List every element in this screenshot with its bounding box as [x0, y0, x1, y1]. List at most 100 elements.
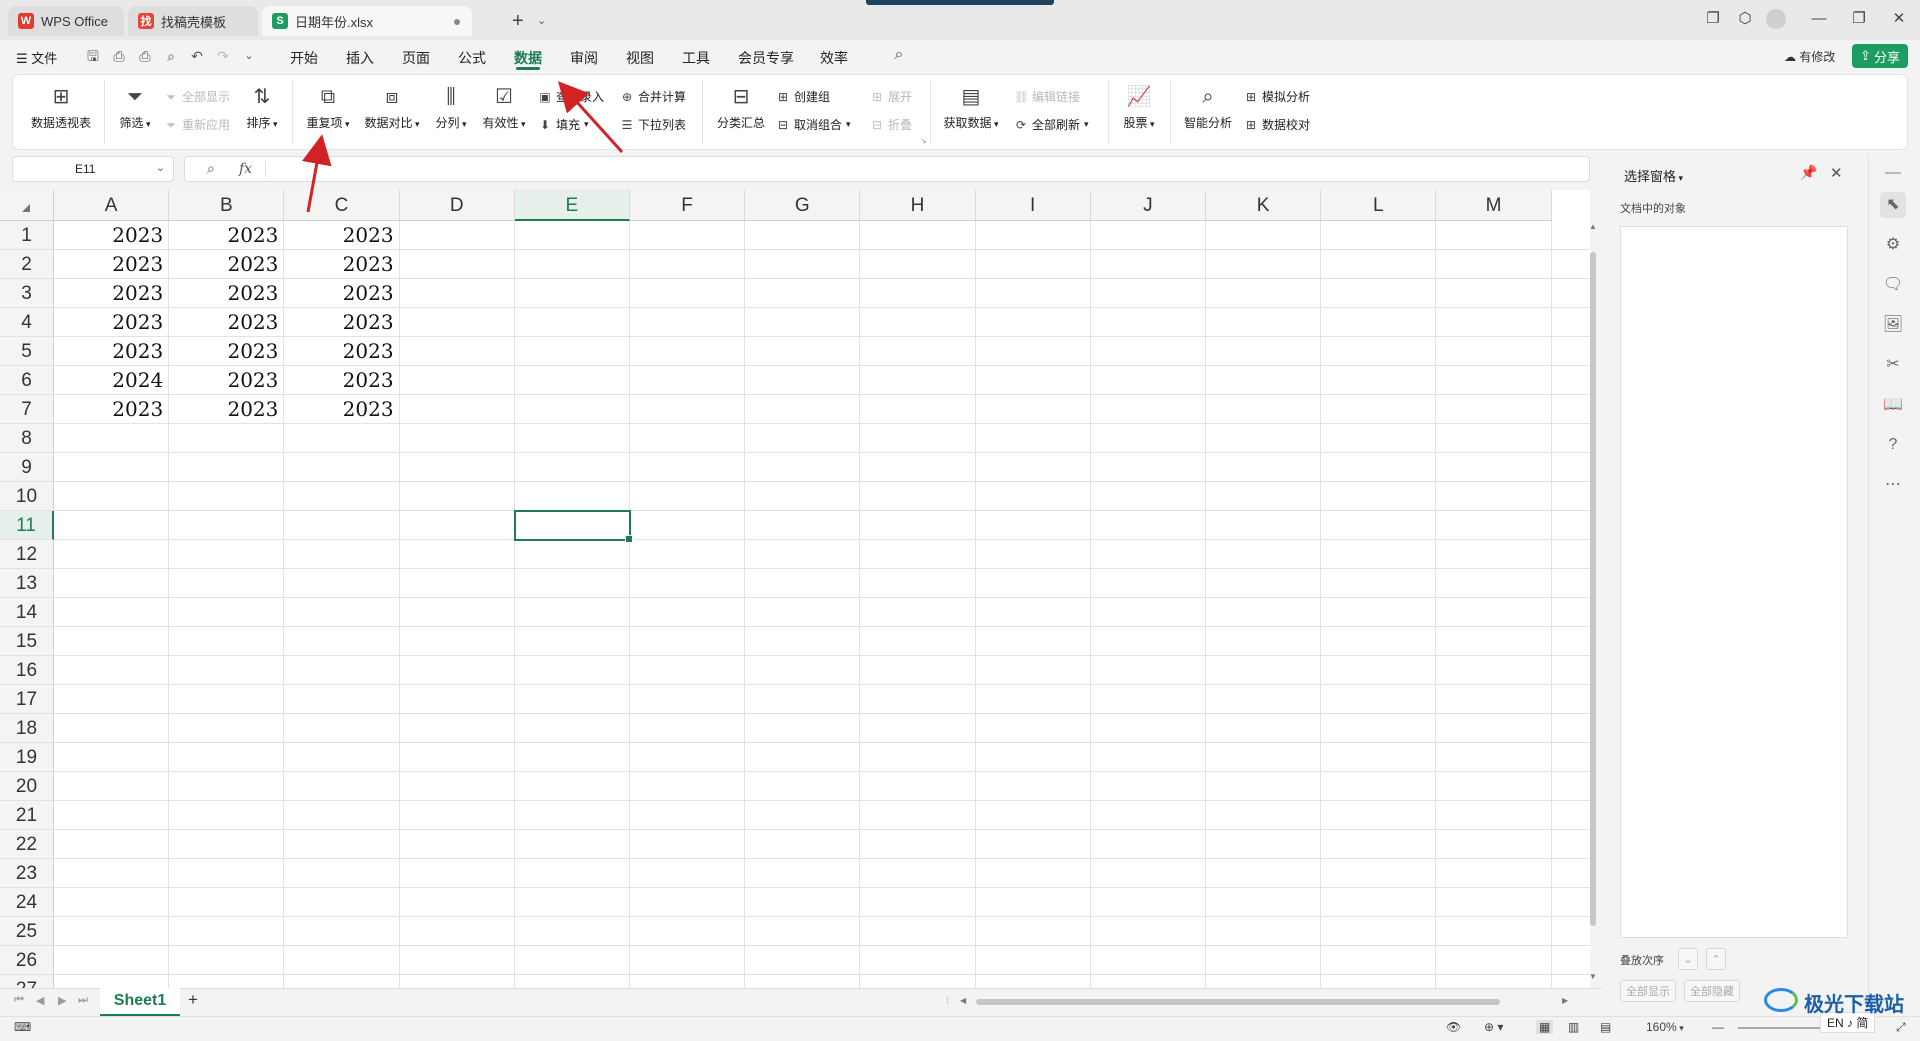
row-header-24[interactable]: 24 [0, 888, 54, 917]
cell-c1[interactable]: 2023 [284, 221, 399, 249]
new-tab-button[interactable]: + [512, 10, 524, 33]
select-all-corner[interactable] [0, 190, 54, 221]
help-icon[interactable]: ? [1880, 432, 1906, 458]
row-header-16[interactable]: 16 [0, 656, 54, 685]
simulation-analysis-button[interactable]: ⊞ 模拟分析 [1244, 88, 1310, 105]
row-header-26[interactable]: 26 [0, 946, 54, 975]
zoom-out-icon[interactable]: — [1712, 1020, 1724, 1034]
cell-b1[interactable]: 2023 [169, 221, 284, 249]
page-break-icon[interactable]: ▤ [1600, 1020, 1611, 1034]
reapply-button[interactable]: ⏷ 重新应用 [164, 116, 230, 133]
cell-c3[interactable]: 2023 [284, 279, 399, 307]
add-sheet-button[interactable]: + [188, 990, 198, 1010]
sheet-tab-sheet1[interactable]: Sheet1 [100, 988, 180, 1016]
row-header-17[interactable]: 17 [0, 685, 54, 714]
book-icon[interactable]: 📖 [1880, 392, 1906, 418]
column-header-c[interactable]: C [284, 190, 400, 221]
hide-all-objects-button[interactable]: 全部隐藏 [1684, 980, 1740, 1002]
column-header-a[interactable]: A [54, 190, 170, 221]
save-icon[interactable]: 🖫 [84, 47, 102, 65]
scroll-up-icon[interactable]: ▲ [1589, 222, 1597, 231]
menu-data[interactable]: 数据 [514, 48, 542, 68]
redo-icon[interactable]: ↷ [214, 47, 232, 65]
macro-icon[interactable]: ⌨ [14, 1020, 31, 1034]
share-button[interactable]: ⇪ 分享 [1852, 44, 1908, 68]
last-sheet-icon[interactable]: ⏭ [78, 994, 88, 1007]
create-group-button[interactable]: ⊞ 创建组 [776, 88, 830, 105]
row-header-13[interactable]: 13 [0, 569, 54, 598]
row-header-2[interactable]: 2 [0, 250, 54, 279]
avatar[interactable] [1766, 9, 1786, 29]
get-data-button[interactable]: ▤ 获取数据 ▾ [938, 84, 1004, 131]
view-mode-icon[interactable]: ⊕ ▾ [1484, 1020, 1503, 1034]
adjust-icon[interactable]: ⚙ [1880, 232, 1906, 258]
tab-template[interactable]: 找 找稿壳模板 [128, 6, 258, 36]
column-header-l[interactable]: L [1321, 190, 1437, 221]
row-header-7[interactable]: 7 [0, 395, 54, 424]
print-preview-icon[interactable]: ⌕ [162, 47, 180, 65]
ungroup-button[interactable]: ⊟ 取消组合 ▾ [776, 116, 851, 133]
zoom-level[interactable]: 160% ▾ [1646, 1020, 1684, 1034]
column-header-b[interactable]: B [169, 190, 285, 221]
cell-c5[interactable]: 2023 [284, 337, 399, 365]
more-icon[interactable]: ⋯ [1880, 472, 1906, 498]
menu-page[interactable]: 页面 [402, 48, 430, 68]
menu-tools[interactable]: 工具 [682, 48, 710, 68]
consolidate-button[interactable]: ⊕ 合并计算 [620, 88, 686, 105]
refresh-all-button[interactable]: ⟳ 全部刷新 ▾ [1014, 116, 1089, 133]
row-header-6[interactable]: 6 [0, 366, 54, 395]
next-sheet-icon[interactable]: ▶ [58, 994, 66, 1007]
row-header-15[interactable]: 15 [0, 627, 54, 656]
move-up-button[interactable]: ⌃ [1706, 948, 1726, 970]
prev-sheet-icon[interactable]: ◀ [36, 994, 44, 1007]
data-check-button[interactable]: ⊞ 数据校对 [1244, 116, 1310, 133]
column-header-j[interactable]: J [1090, 190, 1206, 221]
row-header-25[interactable]: 25 [0, 917, 54, 946]
move-down-button[interactable]: ⌄ [1678, 948, 1698, 970]
vertical-scrollbar-thumb[interactable] [1590, 252, 1596, 926]
fx-icon[interactable]: fx [239, 161, 252, 177]
column-header-d[interactable]: D [399, 190, 515, 221]
normal-view-icon[interactable]: ▦ [1536, 1020, 1554, 1034]
eye-protect-icon[interactable]: 👁 [1446, 1020, 1461, 1034]
duplicates-button[interactable]: ⧉ 重复项 ▾ [300, 84, 356, 131]
cell-a7[interactable]: 2023 [54, 395, 169, 423]
minimize-icon[interactable]: — [1808, 8, 1830, 30]
sort-button[interactable]: ⇅ 排序 ▾ [240, 84, 284, 131]
row-header-1[interactable]: 1 [0, 221, 54, 250]
column-header-e[interactable]: E [514, 190, 630, 221]
row-header-20[interactable]: 20 [0, 772, 54, 801]
row-header-9[interactable]: 9 [0, 453, 54, 482]
menu-formula[interactable]: 公式 [458, 48, 486, 68]
row-header-18[interactable]: 18 [0, 714, 54, 743]
hscroll-right-icon[interactable]: ▶ [1562, 996, 1568, 1005]
export-pdf-icon[interactable]: ⎙ [110, 47, 128, 65]
modified-status[interactable]: ☁ 有修改 [1784, 48, 1835, 65]
spreadsheet-grid[interactable]: ABCDEFGHIJKLM 1 2 3 4 5 6 7 8 9 10 11 12 13 14 15 16 17 1… [0, 190, 1590, 988]
subtotal-button[interactable]: ⊟ 分类汇总 [710, 84, 772, 131]
dropdown-list-button[interactable]: ☰ 下拉列表 [620, 116, 686, 133]
cell-b2[interactable]: 2023 [169, 250, 284, 278]
split-column-button[interactable]: ⫼ 分列 ▾ [428, 84, 474, 131]
active-cell-e11[interactable] [513, 510, 633, 543]
row-header-11[interactable]: 11 [0, 511, 54, 540]
filter-button[interactable]: ⏷ 筛选 ▾ [112, 84, 158, 131]
fill-button[interactable]: ⬇ 填充 ▾ [538, 116, 589, 133]
pane-close-icon[interactable]: ✕ [1830, 164, 1843, 182]
pane-title[interactable]: 选择窗格 ▾ [1624, 166, 1683, 185]
fill-handle[interactable] [624, 535, 633, 543]
cell-a6[interactable]: 2024 [54, 366, 169, 394]
fullscreen-icon[interactable]: ⤢ [1896, 1020, 1906, 1035]
restore-layout-icon[interactable]: ❐ [1702, 8, 1724, 30]
menu-insert[interactable]: 插入 [346, 48, 374, 68]
cube-icon[interactable]: ⬡ [1734, 8, 1756, 30]
horizontal-scrollbar-thumb[interactable] [976, 999, 1500, 1005]
row-header-27[interactable]: 27 [0, 975, 54, 988]
close-icon[interactable]: ✕ [1888, 8, 1910, 30]
data-compare-button[interactable]: ⧈ 数据对比 ▾ [360, 84, 424, 131]
row-header-8[interactable]: 8 [0, 424, 54, 453]
row-header-10[interactable]: 10 [0, 482, 54, 511]
cell-a4[interactable]: 2023 [54, 308, 169, 336]
collapse-button[interactable]: ⊟ 折叠 [870, 116, 912, 133]
cell-a5[interactable]: 2023 [54, 337, 169, 365]
